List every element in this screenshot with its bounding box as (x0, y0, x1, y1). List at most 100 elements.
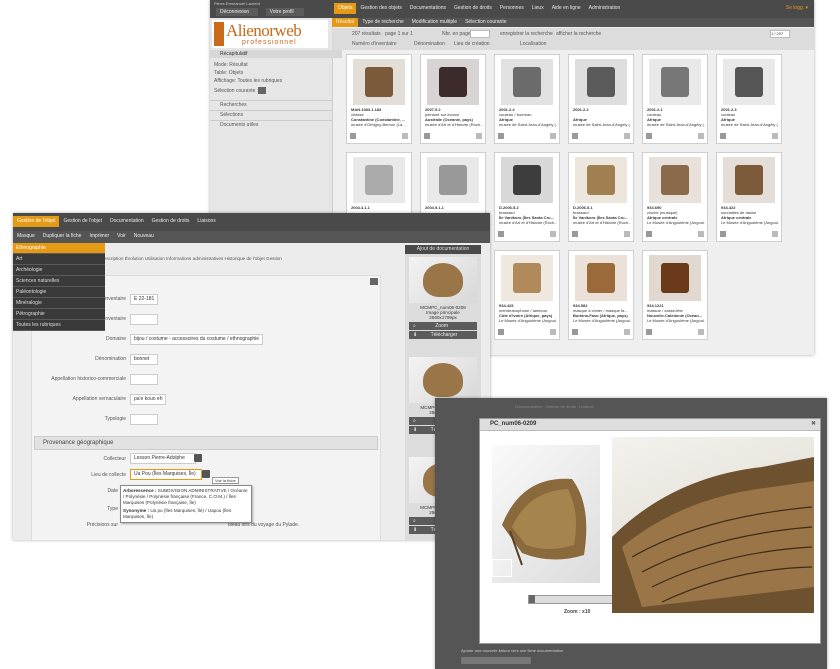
result-card[interactable]: 934.1221 massue / casse-tête Nouvelle-Calé… (642, 250, 708, 340)
nav-documentations[interactable]: Documentations (406, 3, 450, 14)
result-card[interactable]: 2007.5.2 peinture sur écorce Australie (Oc… (420, 54, 486, 144)
doc-thumbnail[interactable] (409, 257, 477, 303)
link-icon[interactable] (572, 329, 578, 335)
selection-button[interactable] (258, 87, 266, 94)
lieu-action-icon[interactable] (202, 470, 210, 478)
nav-gestion-droits[interactable]: Gestion de droits (450, 3, 496, 14)
dropdown-item-paleontologie[interactable]: Paléontologie (13, 287, 105, 298)
nav-personnes[interactable]: Personnes (496, 3, 528, 14)
side-link-selections[interactable]: Sélections (210, 110, 332, 120)
nav-gestion-droits-2[interactable]: Gestion de droits (148, 216, 194, 227)
sub-type-recherche[interactable]: Type de recherche (358, 18, 407, 27)
result-card[interactable]: 2001.2.4 couteau / fourreau Afrique musée d… (494, 54, 560, 144)
zoomed-image[interactable] (612, 437, 814, 613)
result-card[interactable]: MAN.1083.1.183 châsse Constantine (Constan… (346, 54, 412, 144)
link-icon[interactable] (720, 133, 726, 139)
per-page-select[interactable] (470, 30, 490, 38)
link-icon[interactable] (646, 329, 652, 335)
logout-link[interactable]: Se logg. ▾ (786, 5, 808, 11)
checkbox[interactable] (402, 133, 408, 139)
result-thumbnail[interactable] (575, 59, 627, 105)
sort-lieu[interactable]: Lieu de création (454, 41, 490, 47)
result-thumbnail[interactable] (427, 157, 479, 203)
result-card[interactable]: 2001.2.1 couteau Afrique musée de Saint-Jea… (642, 54, 708, 144)
nav-objets[interactable]: Objets (334, 3, 357, 14)
field-value[interactable] (130, 314, 158, 325)
checkbox[interactable] (550, 133, 556, 139)
pager-input[interactable]: 1 / 207 (770, 30, 790, 38)
result-card[interactable]: 934.690 cloche (musique) Afrique centrale L… (642, 152, 708, 242)
result-card[interactable]: 934.425 membranophone / tambour Côte d'Ivo… (494, 250, 560, 340)
result-thumbnail[interactable] (575, 157, 627, 203)
link-icon[interactable] (350, 133, 356, 139)
dropdown-item-ethnographie[interactable]: Ethnographie (13, 243, 105, 254)
nav-gestion-objet[interactable]: Gestion de l'objet (59, 216, 105, 227)
result-thumbnail[interactable] (649, 59, 701, 105)
checkbox[interactable] (624, 329, 630, 335)
sort-inventaire[interactable]: Numéro d'inventaire (352, 41, 397, 47)
result-thumbnail[interactable] (575, 255, 627, 301)
sort-localisation[interactable]: Localisation (520, 41, 546, 47)
sub-imprimer[interactable]: Imprimer (85, 232, 113, 241)
result-card[interactable]: 934.422 sonnailles de danse Afrique centra… (716, 152, 782, 242)
collecteur-action-icon[interactable] (194, 454, 202, 462)
sub-resultat[interactable]: Résultat (332, 18, 359, 27)
dropdown-item-mineralogie[interactable]: Minéralogie (13, 298, 105, 309)
result-thumbnail[interactable] (501, 59, 553, 105)
link-icon[interactable] (498, 133, 504, 139)
dropdown-item-art[interactable]: Art (13, 254, 105, 265)
checkbox[interactable] (772, 231, 778, 237)
link-icon[interactable] (498, 231, 504, 237)
doc-thumbnail[interactable] (409, 357, 477, 403)
sub-masque[interactable]: Masque (13, 232, 39, 241)
sub-voir[interactable]: Voir (113, 232, 130, 241)
dropdown-item-sciences[interactable]: Sciences naturelles (13, 276, 105, 287)
domain-dropdown[interactable]: Ethnographie Art Archéologie Sciences na… (13, 243, 105, 331)
result-thumbnail[interactable] (649, 157, 701, 203)
zoom-selection-box[interactable] (492, 559, 512, 577)
field-value[interactable] (130, 374, 158, 385)
checkbox[interactable] (476, 133, 482, 139)
link-icon[interactable] (572, 133, 578, 139)
sort-denomination[interactable]: Dénomination (414, 41, 445, 47)
link-icon[interactable] (646, 231, 652, 237)
register-search-link[interactable]: enregistrer la recherche (500, 31, 553, 37)
result-card[interactable]: 2001.2.2 Afrique musée de Saint-Jean-d'Ang… (568, 54, 634, 144)
sub-dupliquer[interactable]: Dupliquer la fiche (39, 232, 86, 241)
zoom-button[interactable]: ⌕ Zoom (409, 322, 477, 330)
result-thumbnail[interactable] (501, 255, 553, 301)
field-value[interactable] (130, 414, 158, 425)
dropdown-item-archeologie[interactable]: Archéologie (13, 265, 105, 276)
form-collapse-icon[interactable] (370, 278, 378, 285)
sub-modification[interactable]: Modification multiple (408, 18, 461, 27)
link-icon[interactable] (572, 231, 578, 237)
nav-aide[interactable]: Aide en ligne (548, 3, 585, 14)
nav-lieux[interactable]: Lieux (528, 3, 548, 14)
nav-administration[interactable]: Administration (585, 3, 625, 14)
close-icon[interactable]: ✖ (811, 420, 816, 427)
result-card[interactable]: D.2006.5.1 brassard Île Vanikoro (Îles San… (568, 152, 634, 242)
zoom-thumbnail[interactable] (492, 445, 600, 583)
sub-nouveau[interactable]: Nouveau (130, 232, 158, 241)
field-value[interactable]: bonnet (130, 354, 158, 365)
side-link-documents[interactable]: Documents utiles (210, 120, 332, 130)
field-value[interactable]: bijou / costume - accessoires du costume… (130, 334, 264, 345)
checkbox[interactable] (772, 133, 778, 139)
checkbox[interactable] (550, 329, 556, 335)
link-icon[interactable] (646, 133, 652, 139)
result-card[interactable]: 2001.2.3 couteau Afrique musée de Saint-Jea… (716, 54, 782, 144)
field-value[interactable]: E 22-181 (130, 294, 159, 305)
result-thumbnail[interactable] (649, 255, 701, 301)
dropdown-item-petrographie[interactable]: Pétrographie (13, 309, 105, 320)
nav-liaisons[interactable]: Liaisons (193, 216, 219, 227)
checkbox[interactable] (698, 329, 704, 335)
nav-documentation[interactable]: Documentation (106, 216, 148, 227)
link-icon[interactable] (424, 133, 430, 139)
lieu-field[interactable]: Ua Pou (Îles Marquises, Île) (130, 469, 202, 480)
field-value[interactable]: pa'e kouo eh (130, 394, 167, 405)
zoom-slider-handle[interactable] (529, 595, 535, 603)
result-thumbnail[interactable] (427, 59, 479, 105)
nav-objet-active[interactable]: Gestion de l'objet (13, 216, 60, 227)
checkbox[interactable] (698, 231, 704, 237)
zoom-footer-select[interactable] (461, 657, 531, 664)
